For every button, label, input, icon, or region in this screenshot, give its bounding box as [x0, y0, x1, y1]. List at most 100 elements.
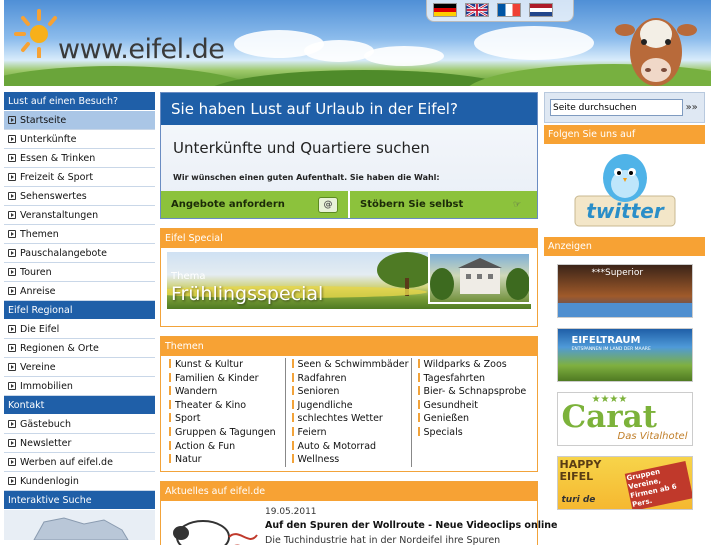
- sidebar-item-werben[interactable]: Werben auf eifel.de: [4, 453, 155, 472]
- arrow-icon: [8, 287, 16, 295]
- theme-link[interactable]: Sport: [169, 412, 283, 426]
- arrow-icon: [8, 192, 16, 200]
- themes-column: Wildparks & Zoos Tagesfahrten Bier- & Sc…: [410, 358, 534, 467]
- sidebar-item-themen[interactable]: Themen: [4, 225, 155, 244]
- arrow-icon: [8, 154, 16, 162]
- sidebar-item-label: Regionen & Orte: [20, 342, 99, 354]
- theme-link[interactable]: Gruppen & Tagungen: [169, 426, 283, 440]
- sidebar-item-label: Essen & Trinken: [20, 152, 96, 164]
- twitter-text: twitter: [586, 199, 665, 223]
- pool-image: [557, 303, 692, 317]
- theme-link[interactable]: Radfahren: [292, 372, 409, 386]
- left-sidebar: Lust auf einen Besuch? Startseite Unterk…: [4, 92, 155, 540]
- theme-link[interactable]: Jugendliche: [292, 399, 409, 413]
- ad-carat-hotel[interactable]: ★★★★ Carat Das Vitalhotel: [556, 392, 693, 446]
- news-headline-link[interactable]: Auf den Spuren der Wollroute - Neue Vide…: [265, 520, 557, 531]
- ad-eifeltraum-sub: ENTSPANNEN IM LAND DER MAARE: [571, 347, 651, 352]
- theme-link[interactable]: Tagesfahrten: [418, 372, 532, 386]
- sidebar-section-title: Lust auf einen Besuch?: [4, 92, 155, 111]
- ad-eifeltraum[interactable]: EIFELTRAUM ENTSPANNEN IM LAND DER MAARE: [556, 328, 693, 382]
- flag-nl-icon[interactable]: [529, 3, 553, 17]
- theme-link[interactable]: Familien & Kinder: [169, 372, 283, 386]
- themes-column: Kunst & Kultur Familien & Kinder Wandern…: [167, 358, 285, 467]
- site-logo[interactable]: www.eifel.de: [58, 34, 225, 65]
- flag-en-icon[interactable]: [465, 2, 489, 18]
- search-arrow-icon[interactable]: »»: [686, 101, 699, 115]
- sidebar-item-newsletter[interactable]: Newsletter: [4, 434, 155, 453]
- browse-yourself-button[interactable]: Stöbern Sie selbst ☞: [348, 191, 537, 218]
- theme-link[interactable]: Feiern: [292, 426, 409, 440]
- sidebar-item-veranstaltungen[interactable]: Veranstaltungen: [4, 206, 155, 225]
- theme-link[interactable]: Action & Fun: [169, 440, 283, 454]
- ads-title: Anzeigen: [544, 237, 705, 256]
- sidebar-item-label: Touren: [20, 266, 52, 278]
- sidebar-item-gaestebuch[interactable]: Gästebuch: [4, 415, 155, 434]
- themes-box: Themen Kunst & Kultur Familien & Kinder …: [160, 336, 538, 472]
- sidebar-item-freizeit-sport[interactable]: Freizeit & Sport: [4, 168, 155, 187]
- sidebar-item-regionen-orte[interactable]: Regionen & Orte: [4, 339, 155, 358]
- browse-yourself-label: Stöbern Sie selbst: [360, 199, 464, 210]
- sidebar-item-essen-trinken[interactable]: Essen & Trinken: [4, 149, 155, 168]
- sidebar-item-unterkuenfte[interactable]: Unterkünfte: [4, 130, 155, 149]
- sidebar-item-label: Startseite: [20, 114, 67, 126]
- theme-link[interactable]: Natur: [169, 453, 283, 467]
- accommodation-search-box: Sie haben Lust auf Urlaub in der Eifel? …: [160, 92, 538, 219]
- theme-link[interactable]: Kunst & Kultur: [169, 358, 283, 372]
- theme-link[interactable]: Wellness: [292, 453, 409, 467]
- sidebar-item-anreise[interactable]: Anreise: [4, 282, 155, 301]
- theme-link[interactable]: Wildparks & Zoos: [418, 358, 532, 372]
- theme-link[interactable]: Genießen: [418, 412, 532, 426]
- sidebar-item-label: Pauschalangebote: [20, 247, 107, 259]
- arrow-icon: [8, 230, 16, 238]
- flag-de-icon[interactable]: [433, 3, 457, 17]
- flag-fr-icon[interactable]: [497, 3, 521, 17]
- theme-link[interactable]: Bier- & Schnapsprobe: [418, 385, 532, 399]
- sidebar-item-sehenswertes[interactable]: Sehenswertes: [4, 187, 155, 206]
- theme-link[interactable]: schlechtes Wetter: [292, 412, 409, 426]
- theme-link[interactable]: Theater & Kino: [169, 399, 283, 413]
- theme-link[interactable]: Wandern: [169, 385, 283, 399]
- arrow-icon: [8, 325, 16, 333]
- twitter-link[interactable]: twitter: [544, 144, 705, 235]
- sidebar-item-touren[interactable]: Touren: [4, 263, 155, 282]
- request-offers-label: Angebote anfordern: [171, 199, 285, 210]
- hero-subtitle: Unterkünfte und Quartiere suchen: [173, 139, 430, 157]
- theme-link[interactable]: Auto & Motorrad: [292, 440, 409, 454]
- site-header: www.eifel.de: [4, 0, 711, 86]
- theme-link[interactable]: Senioren: [292, 385, 409, 399]
- sidebar-item-label: Vereine: [20, 361, 56, 373]
- site-search: »»: [544, 92, 705, 123]
- arrow-icon: [8, 135, 16, 143]
- ad-carat-sub: Das Vitalhotel: [617, 431, 688, 442]
- sidebar-item-startseite[interactable]: Startseite: [4, 111, 155, 130]
- news-box: Aktuelles auf eifel.de 19.05.2011 Auf de…: [160, 480, 557, 545]
- sidebar-item-label: Die Eifel: [20, 323, 60, 335]
- theme-link[interactable]: Specials: [418, 426, 532, 440]
- theme-link[interactable]: Gesundheit: [418, 399, 532, 413]
- themes-title: Themen: [161, 337, 537, 356]
- ad-superior-hotel[interactable]: ***Superior: [556, 264, 693, 318]
- ad-eifeltraum-text: EIFELTRAUM: [571, 335, 641, 346]
- sidebar-item-label: Werben auf eifel.de: [20, 456, 113, 468]
- sidebar-item-die-eifel[interactable]: Die Eifel: [4, 320, 155, 339]
- arrow-icon: [8, 382, 16, 390]
- sidebar-item-label: Immobilien: [20, 380, 73, 392]
- sidebar-item-vereine[interactable]: Vereine: [4, 358, 155, 377]
- pointer-icon: ☞: [512, 199, 522, 210]
- theme-link[interactable]: Seen & Schwimmbäder: [292, 358, 409, 372]
- request-offers-button[interactable]: Angebote anfordern @: [161, 191, 348, 218]
- ad-happy-eifel[interactable]: HAPPY EIFEL Gruppen Vereine, Firmen ab 6…: [556, 456, 693, 510]
- arrow-icon: [8, 344, 16, 352]
- interactive-map[interactable]: [4, 510, 155, 540]
- arrow-icon: [8, 173, 16, 181]
- special-banner[interactable]: Thema Frühlingsspecial: [161, 248, 537, 326]
- sidebar-item-label: Kundenlogin: [20, 475, 79, 487]
- sheep-illustration-image: [173, 519, 258, 545]
- sidebar-item-pauschalangebote[interactable]: Pauschalangebote: [4, 244, 155, 263]
- eifel-special-box: Eifel Special Thema Frühlingsspecial: [160, 228, 538, 327]
- eifel-special-title: Eifel Special: [161, 229, 537, 248]
- sidebar-item-kundenlogin[interactable]: Kundenlogin: [4, 472, 155, 491]
- sidebar-item-immobilien[interactable]: Immobilien: [4, 377, 155, 396]
- sidebar-item-label: Unterkünfte: [20, 133, 77, 145]
- search-input[interactable]: [550, 99, 683, 116]
